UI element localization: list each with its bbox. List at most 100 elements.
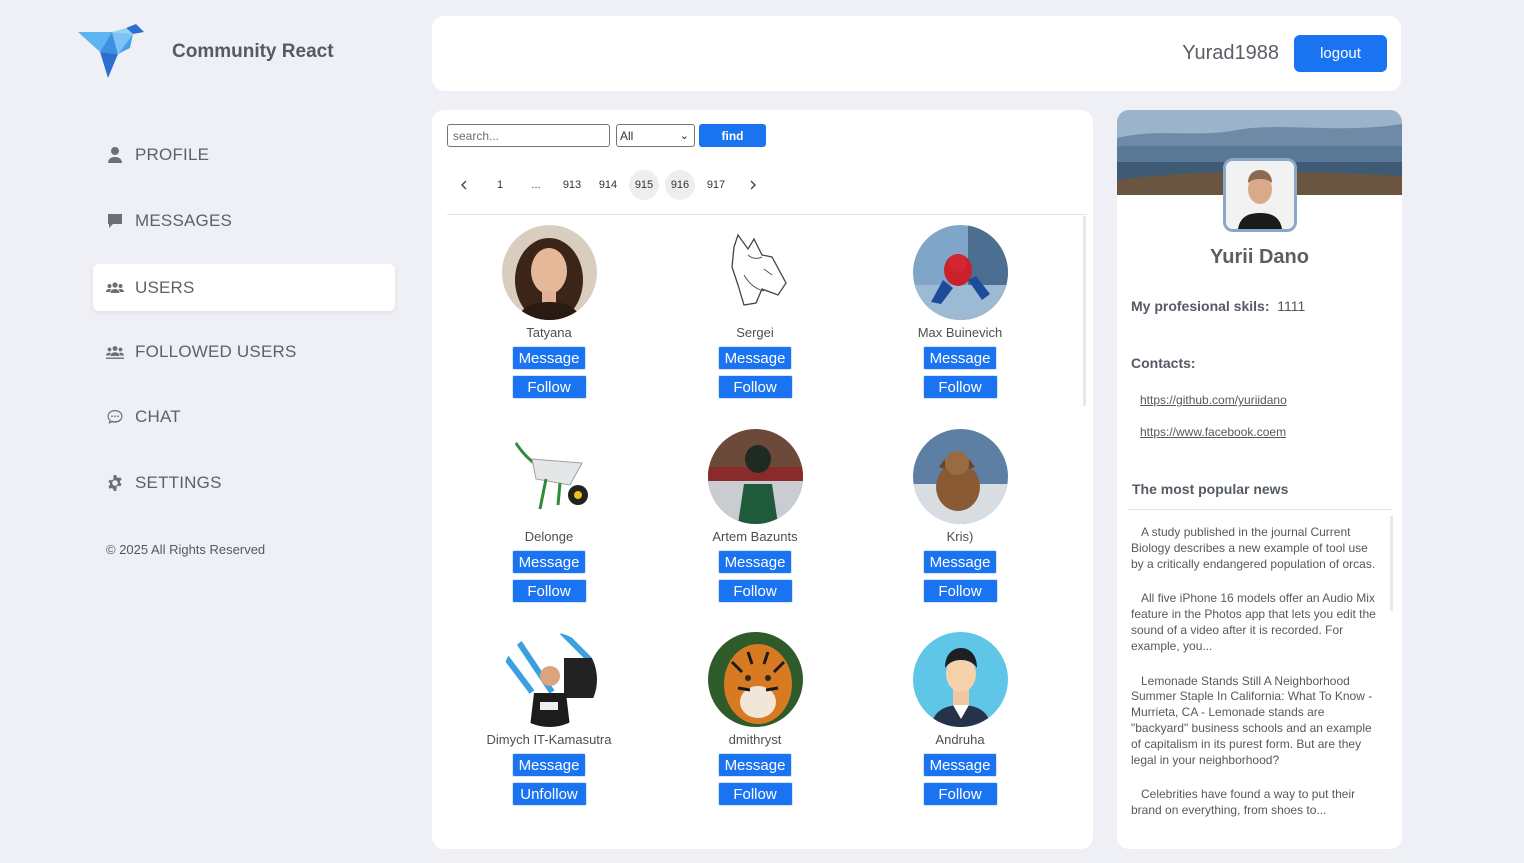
user-name[interactable]: Tatyana — [469, 325, 629, 341]
user-card: Tatyana Message Follow — [469, 225, 629, 399]
news-item[interactable]: A study published in the journal Current… — [1131, 525, 1383, 572]
user-card: Dimych IT-Kamasutra Message Unfollow — [469, 632, 629, 806]
message-button[interactable]: Message — [511, 346, 587, 370]
divider — [1128, 509, 1392, 510]
page-button-current[interactable]: 916 — [665, 170, 695, 200]
user-card: Kris) Message Follow — [880, 429, 1040, 603]
page-ellipsis: ... — [531, 179, 541, 191]
nav-label: FOLLOWED USERS — [135, 341, 297, 361]
chat-bubble-icon — [106, 212, 124, 230]
message-button[interactable]: Message — [717, 346, 793, 370]
avatar[interactable] — [707, 225, 803, 320]
news-scrollbar[interactable] — [1390, 516, 1393, 611]
profile-panel: Yurii Dano My profesional skils: 1111 Co… — [1117, 110, 1402, 849]
nav-item-settings[interactable]: SETTINGS — [93, 459, 395, 506]
nav-item-users[interactable]: USERS — [93, 264, 395, 311]
contact-link-github[interactable]: https://github.com/yuriidano — [1140, 393, 1287, 407]
copyright: © 2025 All Rights Reserved — [106, 542, 266, 557]
chevron-down-icon: ⌄ — [679, 130, 689, 142]
skills-label: My profesional skils: — [1131, 298, 1270, 314]
users-icon — [106, 279, 124, 297]
logo — [78, 24, 148, 82]
news-list: A study published in the journal Current… — [1131, 525, 1383, 826]
avatar[interactable] — [501, 632, 597, 727]
message-button[interactable]: Message — [511, 753, 587, 777]
message-button[interactable]: Message — [922, 550, 998, 574]
nav-label: PROFILE — [135, 144, 210, 164]
gear-icon — [106, 474, 124, 492]
nav-label: CHAT — [135, 406, 181, 426]
user-name[interactable]: Dimych IT-Kamasutra — [469, 732, 629, 748]
nav-item-followed-users[interactable]: FOLLOWED USERS — [93, 328, 395, 375]
follow-button[interactable]: Follow — [717, 579, 793, 603]
follow-button[interactable]: Follow — [922, 579, 998, 603]
divider — [447, 214, 1087, 215]
follow-button[interactable]: Follow — [717, 375, 793, 399]
user-card: dmithryst Message Follow — [675, 632, 835, 806]
avatar[interactable] — [912, 429, 1008, 524]
logout-button[interactable]: logout — [1294, 35, 1387, 72]
news-item[interactable]: All five iPhone 16 models offer an Audio… — [1131, 591, 1383, 654]
user-name[interactable]: Andruha — [880, 732, 1040, 748]
user-name[interactable]: Artem Bazunts — [675, 529, 835, 545]
header: Yurad1988 logout — [432, 16, 1401, 91]
message-button[interactable]: Message — [717, 550, 793, 574]
news-item[interactable]: Lemonade Stands Still A Neighborhood Sum… — [1131, 674, 1383, 769]
page-button[interactable]: 1 — [485, 170, 515, 200]
follow-button[interactable]: Follow — [922, 375, 998, 399]
page-button[interactable]: 917 — [701, 170, 731, 200]
user-name[interactable]: Sergei — [675, 325, 835, 341]
message-button[interactable]: Message — [922, 346, 998, 370]
page-button[interactable]: 914 — [593, 170, 623, 200]
avatar[interactable] — [912, 225, 1008, 320]
nav-label: USERS — [135, 277, 195, 297]
person-icon — [106, 146, 124, 164]
filter-selected-value: All — [620, 128, 634, 143]
page-button[interactable]: 913 — [557, 170, 587, 200]
follow-button[interactable]: Follow — [511, 579, 587, 603]
page-button[interactable]: 915 — [629, 170, 659, 200]
scrollbar[interactable] — [1083, 216, 1086, 406]
filter-select[interactable]: All ⌄ — [616, 124, 695, 147]
user-card: Sergei Message Follow — [675, 225, 835, 399]
user-name[interactable]: Max Buinevich — [880, 325, 1040, 341]
skills-value: 1111 — [1277, 298, 1306, 314]
avatar[interactable] — [707, 429, 803, 524]
nav-item-messages[interactable]: MESSAGES — [93, 197, 395, 244]
user-name[interactable]: Kris) — [880, 529, 1040, 545]
users-panel: All ⌄ find 1 ... 913 914 915 916 917 Tat… — [432, 110, 1093, 849]
nav-item-chat[interactable]: CHAT — [93, 393, 395, 440]
contact-link-facebook[interactable]: https://www.facebook.coem — [1140, 425, 1286, 439]
header-username: Yurad1988 — [1182, 42, 1279, 64]
find-button[interactable]: find — [699, 124, 766, 147]
news-heading: The most popular news — [1132, 481, 1289, 497]
chevron-right-icon[interactable] — [738, 170, 768, 200]
user-card: Artem Bazunts Message Follow — [675, 429, 835, 603]
follow-button[interactable]: Follow — [511, 375, 587, 399]
profile-avatar[interactable] — [1223, 158, 1297, 232]
user-name[interactable]: dmithryst — [675, 732, 835, 748]
avatar[interactable] — [501, 429, 597, 524]
chevron-left-icon[interactable] — [449, 170, 479, 200]
profile-name: Yurii Dano — [1210, 246, 1309, 268]
nav-label: MESSAGES — [135, 210, 233, 230]
user-card: Andruha Message Follow — [880, 632, 1040, 806]
follow-button[interactable]: Follow — [922, 782, 998, 806]
group-icon — [106, 343, 124, 361]
news-item[interactable]: Celebrities have found a way to put thei… — [1131, 787, 1383, 819]
search-input[interactable] — [447, 124, 610, 147]
message-button[interactable]: Message — [717, 753, 793, 777]
message-button[interactable]: Message — [511, 550, 587, 574]
avatar[interactable] — [501, 225, 597, 320]
brand-name: Community React — [172, 41, 334, 62]
user-name[interactable]: Delonge — [469, 529, 629, 545]
contacts-heading: Contacts: — [1131, 355, 1196, 371]
avatar[interactable] — [707, 632, 803, 727]
follow-button[interactable]: Follow — [717, 782, 793, 806]
origami-bird-icon — [78, 24, 144, 78]
unfollow-button[interactable]: Unfollow — [511, 782, 587, 806]
user-card: Max Buinevich Message Follow — [880, 225, 1040, 399]
message-button[interactable]: Message — [922, 753, 998, 777]
avatar[interactable] — [912, 632, 1008, 727]
nav-item-profile[interactable]: PROFILE — [93, 131, 395, 178]
